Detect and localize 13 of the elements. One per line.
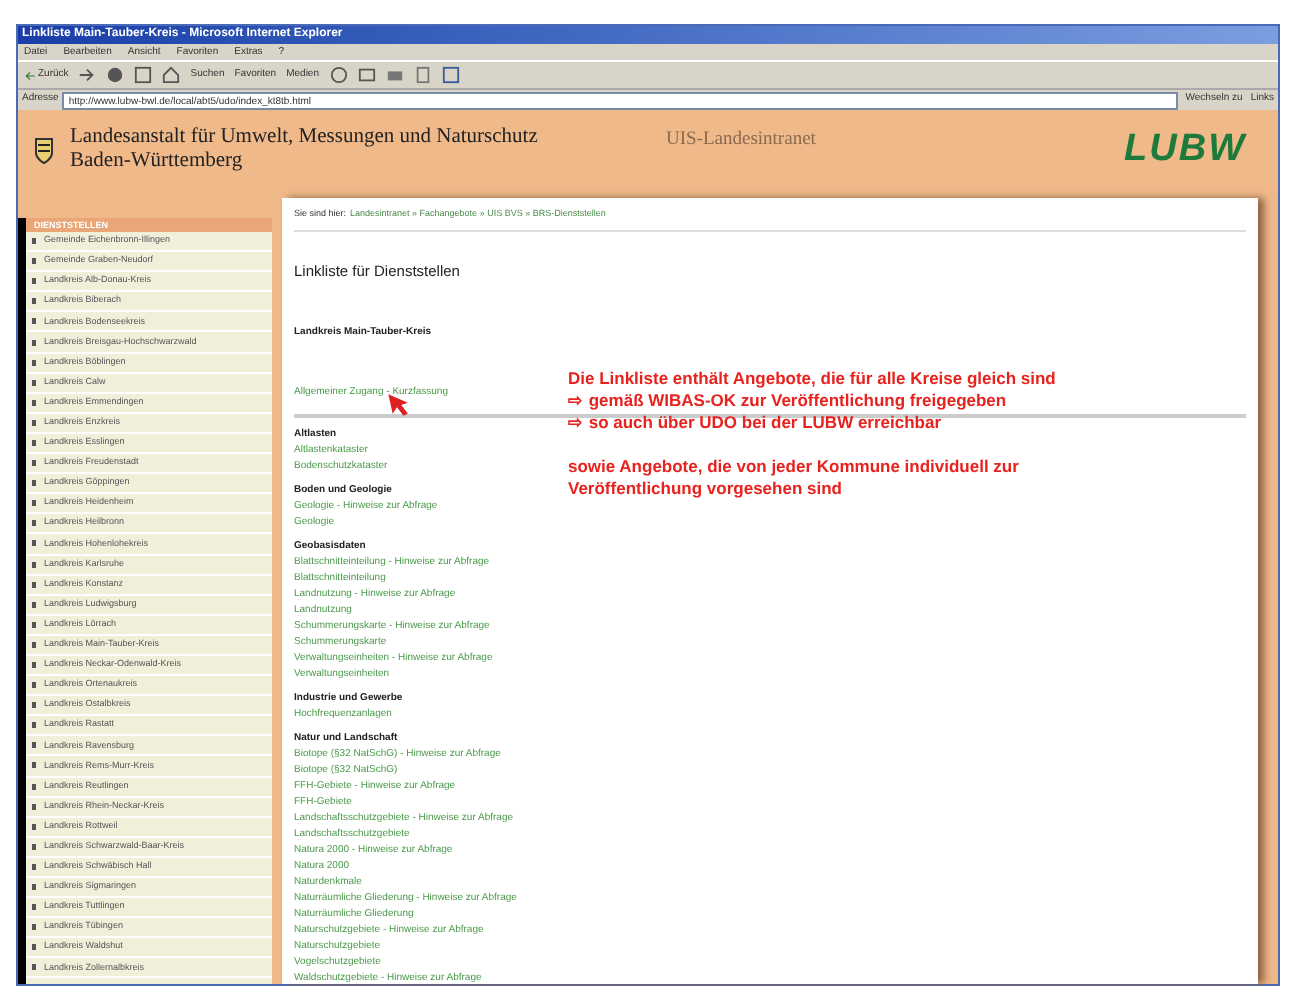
back-arrow-icon (24, 69, 36, 81)
site-title: Landesanstalt für Umwelt, Messungen und Naturschutz (70, 126, 540, 150)
coat-of-arms-icon (34, 135, 54, 165)
logo: LUBW (1124, 125, 1246, 174)
intranet-title: UIS-Landesintranet (666, 128, 816, 154)
annotation-text: Die Linkliste enthält Angebote, die für alle Kreise gleich sind (568, 368, 1058, 390)
forward-icon[interactable] (78, 66, 97, 84)
annotation-text: ⇨ so auch über UDO bei der LUBW erreichbar (568, 412, 944, 434)
home-icon[interactable] (162, 66, 181, 84)
annotation-note: sowie Angebote, die von jeder Kommune individuell zur Veröffentlichung vorgesehen sind (568, 456, 1021, 500)
pointer-arrow-icon (386, 392, 408, 418)
site-subtitle: Baden-Württemberg (70, 150, 245, 174)
annotation-text: ⇨ gemäß WIBAS-OK zur Veröffentlichung freigegeben (568, 390, 1009, 412)
